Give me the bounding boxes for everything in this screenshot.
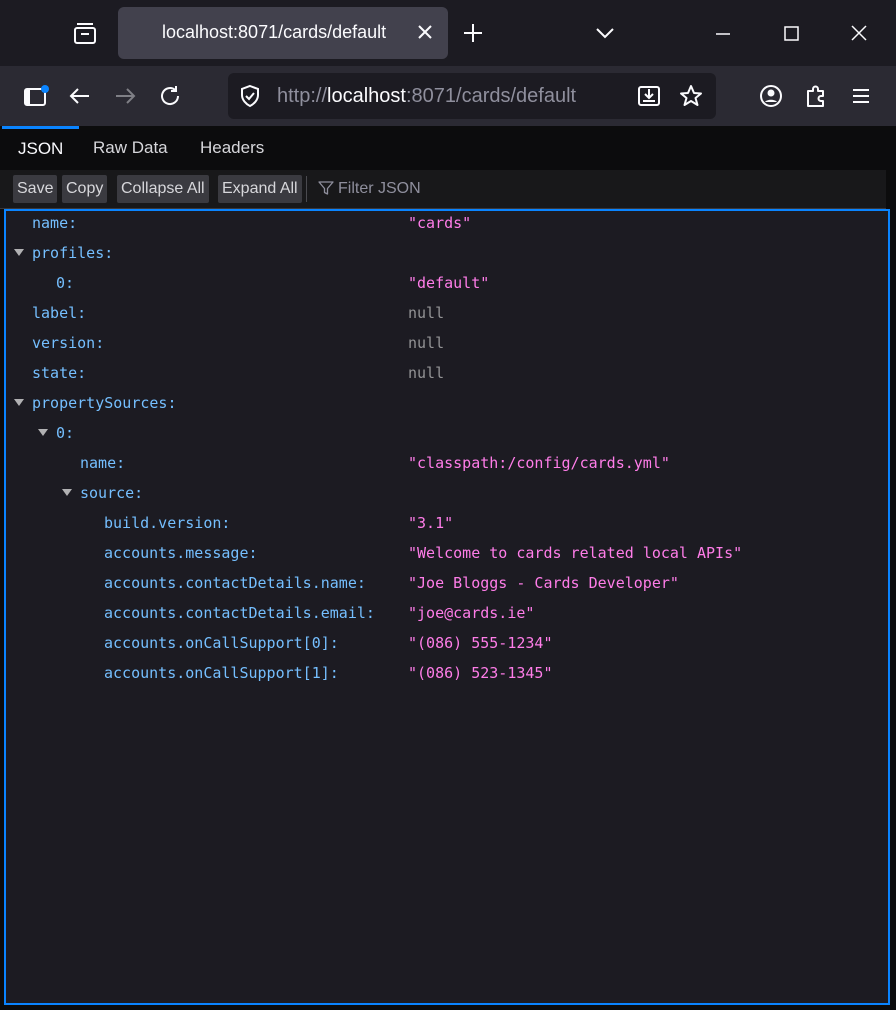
expand-toggle-icon[interactable]: [62, 489, 72, 496]
json-value: null: [408, 304, 445, 322]
bookmark-star-icon[interactable]: [678, 83, 704, 109]
json-value: "Welcome to cards related local APIs": [408, 544, 743, 562]
copy-button[interactable]: Copy: [62, 175, 108, 203]
json-row[interactable]: source:: [6, 482, 888, 504]
sidebar-icon[interactable]: [20, 80, 52, 112]
json-key: 0:: [56, 424, 75, 442]
json-value: "classpath:/config/cards.yml": [408, 454, 670, 472]
url-host: localhost: [327, 85, 406, 107]
browser-tab[interactable]: localhost:8071/cards/default: [118, 7, 448, 59]
window-close-icon[interactable]: [844, 20, 874, 48]
json-key: accounts.onCallSupport[1]:: [104, 664, 339, 682]
filter-json-input[interactable]: Filter JSON: [318, 175, 421, 203]
expand-toggle-icon[interactable]: [14, 249, 24, 256]
url-text[interactable]: http://localhost:8071/cards/default: [277, 85, 576, 108]
json-row[interactable]: profiles:: [6, 242, 888, 264]
toolbar-divider: [306, 176, 307, 202]
save-page-icon[interactable]: [636, 83, 662, 109]
maximize-icon[interactable]: [776, 20, 806, 48]
viewer-tabs: JSON Raw Data Headers: [0, 126, 896, 170]
json-row[interactable]: build.version: "3.1": [6, 512, 888, 534]
title-bar: localhost:8071/cards/default: [0, 0, 896, 66]
expand-toggle-icon[interactable]: [38, 429, 48, 436]
json-key: accounts.onCallSupport[0]:: [104, 634, 339, 652]
expand-all-button[interactable]: Expand All: [218, 175, 302, 203]
chevron-down-icon[interactable]: [592, 20, 618, 46]
json-row[interactable]: label: null: [6, 302, 888, 324]
json-key: profiles:: [32, 244, 114, 262]
json-value: "joe@cards.ie": [408, 604, 535, 622]
json-tree: name: "cards" profiles: 0: "default" label: nu…: [4, 209, 890, 1005]
save-button[interactable]: Save: [13, 175, 58, 203]
json-key: build.version:: [104, 514, 231, 532]
forward-icon[interactable]: [109, 80, 141, 112]
json-value: "3.1": [408, 514, 454, 532]
json-row[interactable]: accounts.contactDetails.email: "joe@cards…: [6, 602, 888, 624]
json-row[interactable]: accounts.message: "Welcome to cards relat…: [6, 542, 888, 564]
json-row[interactable]: 0:: [6, 422, 888, 444]
tab-title: localhost:8071/cards/default: [162, 22, 387, 42]
json-row[interactable]: version: null: [6, 332, 888, 354]
json-value: "(086) 523-1345": [408, 664, 553, 682]
json-row[interactable]: name: "cards": [6, 212, 888, 234]
json-key: state:: [32, 364, 87, 382]
json-value: "(086) 555-1234": [408, 634, 553, 652]
firefox-view-icon[interactable]: [70, 18, 100, 48]
reload-icon[interactable]: [154, 80, 186, 112]
json-row[interactable]: accounts.onCallSupport[1]: "(086) 523-134…: [6, 662, 888, 684]
json-row[interactable]: name: "classpath:/config/cards.yml": [6, 452, 888, 474]
json-value: null: [408, 364, 445, 382]
minimize-icon[interactable]: [708, 20, 738, 48]
json-row[interactable]: 0: "default": [6, 272, 888, 294]
back-icon[interactable]: [64, 80, 96, 112]
json-value: null: [408, 334, 445, 352]
json-key: name:: [32, 214, 78, 232]
json-key: label:: [32, 304, 87, 322]
json-value: "default": [408, 274, 490, 292]
extensions-icon[interactable]: [800, 80, 832, 112]
json-key: name:: [80, 454, 126, 472]
url-scheme: http://: [277, 85, 328, 107]
json-key: version:: [32, 334, 105, 352]
url-path: :8071/cards/default: [405, 85, 577, 107]
json-value: "cards": [408, 214, 472, 232]
json-value: "Joe Bloggs - Cards Developer": [408, 574, 679, 592]
close-tab-icon[interactable]: [414, 21, 436, 43]
viewer-toolbar: Save Copy Collapse All Expand All Filter…: [0, 170, 886, 209]
shield-icon[interactable]: [238, 84, 262, 108]
json-row[interactable]: accounts.contactDetails.name: "Joe Bloggs…: [6, 572, 888, 594]
json-key: source:: [80, 484, 144, 502]
tab-headers[interactable]: Headers: [184, 126, 280, 170]
filter-placeholder: Filter JSON: [338, 180, 421, 197]
menu-icon[interactable]: [845, 80, 877, 112]
json-row[interactable]: state: null: [6, 362, 888, 384]
json-key: propertySources:: [32, 394, 177, 412]
filter-icon: [318, 181, 334, 195]
json-key: accounts.contactDetails.email:: [104, 604, 375, 622]
account-icon[interactable]: [755, 80, 787, 112]
json-row[interactable]: propertySources:: [6, 392, 888, 414]
navigation-bar: http://localhost:8071/cards/default: [0, 66, 896, 126]
new-tab-icon[interactable]: [460, 20, 486, 46]
json-viewer: JSON Raw Data Headers Save Copy Collapse…: [0, 126, 896, 1010]
json-key: accounts.message:: [104, 544, 258, 562]
json-row[interactable]: accounts.onCallSupport[0]: "(086) 555-123…: [6, 632, 888, 654]
tab-json[interactable]: JSON: [2, 126, 80, 173]
expand-toggle-icon[interactable]: [14, 399, 24, 406]
collapse-all-button[interactable]: Collapse All: [117, 175, 209, 203]
tab-raw-data[interactable]: Raw Data: [77, 126, 184, 170]
json-key: 0:: [56, 274, 75, 292]
url-bar[interactable]: http://localhost:8071/cards/default: [228, 73, 716, 119]
json-key: accounts.contactDetails.name:: [104, 574, 366, 592]
